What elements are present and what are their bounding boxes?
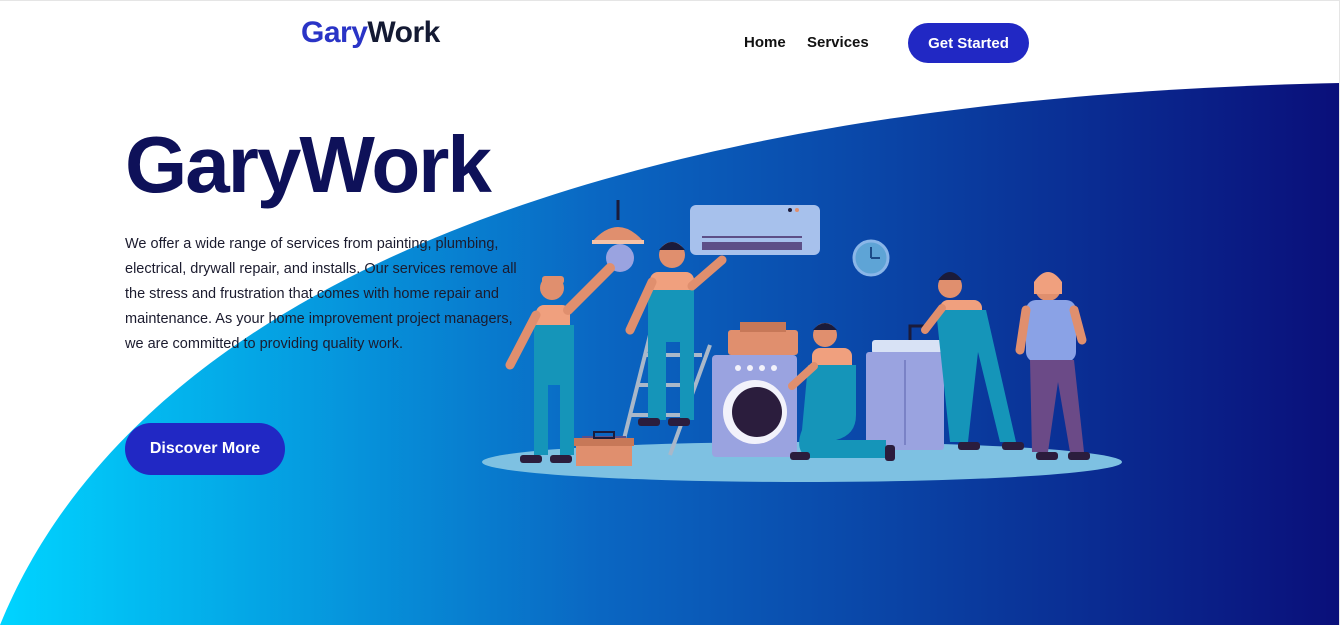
hero-title: GaryWork xyxy=(125,120,492,209)
wall-clock-icon xyxy=(852,239,890,277)
nav-home-link[interactable]: Home xyxy=(744,34,786,51)
washing-machine-icon xyxy=(712,322,798,457)
sink-cabinet-icon xyxy=(866,324,944,450)
air-conditioner-icon xyxy=(690,205,820,255)
worker-icon xyxy=(1015,272,1090,460)
discover-more-button[interactable]: Discover More xyxy=(125,423,285,475)
logo-part-work: Work xyxy=(367,16,440,49)
worker-icon xyxy=(625,242,727,426)
ceiling-lamp-icon xyxy=(592,200,644,272)
toolbox-icon xyxy=(574,431,634,466)
repair-workers-illustration xyxy=(482,200,1122,482)
site-logo[interactable]: GaryWork xyxy=(301,16,440,50)
get-started-button[interactable]: Get Started xyxy=(908,23,1029,63)
logo-part-gary: Gary xyxy=(301,16,368,49)
nav-services-link[interactable]: Services xyxy=(807,34,869,51)
